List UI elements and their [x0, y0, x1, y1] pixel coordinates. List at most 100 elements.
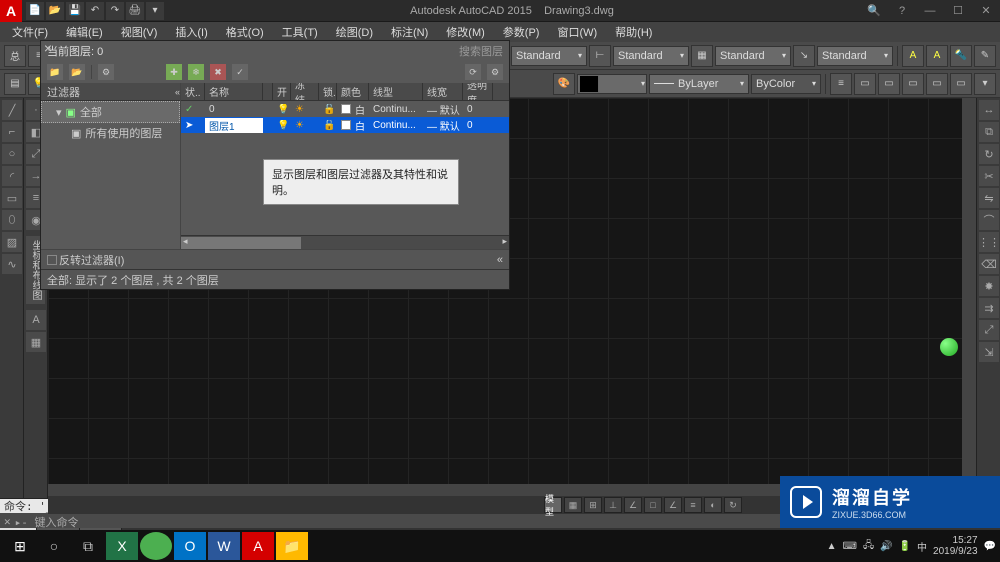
menu-param[interactable]: 参数(P)	[495, 22, 548, 42]
hdr-status[interactable]: 状..	[181, 83, 205, 100]
model-space-button[interactable]: 模型	[544, 497, 562, 513]
cortana-icon[interactable]: ○	[38, 532, 70, 560]
close-icon[interactable]: ✕	[972, 0, 1000, 22]
lock-icon[interactable]: 🔓	[319, 120, 337, 131]
word-icon[interactable]: W	[208, 532, 240, 560]
menu-insert[interactable]: 插入(I)	[167, 22, 215, 42]
color-cell[interactable]: 白	[337, 118, 369, 133]
trans-cell[interactable]: 0	[463, 104, 493, 115]
new-group-icon[interactable]: 📂	[69, 64, 85, 80]
ortho-toggle-icon[interactable]: ⊥	[604, 497, 622, 513]
lwt-toggle-icon[interactable]: ≡	[684, 497, 702, 513]
linetype-combo[interactable]: ByLayer ▾	[649, 74, 749, 94]
security-icon[interactable]	[140, 532, 172, 560]
rotate-icon[interactable]: ↻	[979, 144, 999, 164]
stretch-icon[interactable]: ⇲	[979, 342, 999, 362]
lweight-cell[interactable]: — 默认	[423, 118, 463, 133]
menu-tools[interactable]: 工具(T)	[274, 22, 326, 42]
hdr-freeze[interactable]: 冻结	[291, 83, 319, 100]
new-layer-freeze-icon[interactable]: ❄	[188, 64, 204, 80]
collapse-icon[interactable]: «	[175, 87, 180, 97]
tray-network-icon[interactable]: 🖧	[863, 538, 874, 555]
collapse-icon[interactable]: «	[497, 254, 503, 266]
panel-close-icon[interactable]: ×	[40, 40, 56, 56]
layer-search-input[interactable]: 搜索图层	[459, 43, 503, 59]
set-current-icon[interactable]: ✓	[232, 64, 248, 80]
hdr-on[interactable]: 开	[273, 83, 291, 100]
menu-help[interactable]: 帮助(H)	[607, 22, 660, 42]
name-cell[interactable]: 0	[205, 104, 263, 115]
autocad-task-icon[interactable]: A	[242, 532, 274, 560]
hdr-name[interactable]: 名称	[205, 83, 263, 100]
color-cell[interactable]: 白	[337, 102, 369, 117]
mirror-icon[interactable]: ⇋	[979, 188, 999, 208]
menu-draw[interactable]: 绘图(D)	[328, 22, 381, 42]
excel-icon[interactable]: X	[106, 532, 138, 560]
pline-icon[interactable]: ⌐	[2, 122, 22, 142]
help-icon[interactable]: ?	[888, 0, 916, 22]
scroll-thumb[interactable]	[181, 237, 301, 249]
hdr-color[interactable]: 颜色	[337, 83, 369, 100]
tray-battery-icon[interactable]: 🔋	[899, 541, 911, 552]
layer-grid-hscroll[interactable]: ◂ ▸	[181, 235, 509, 249]
ellipse-icon[interactable]: ⬯	[2, 210, 22, 230]
tray-icon[interactable]: ▲	[827, 541, 837, 552]
fillet-icon[interactable]: ⌒	[979, 210, 999, 230]
lock-icon[interactable]: 🔓	[319, 104, 337, 115]
prop6-icon[interactable]: ▾	[974, 73, 996, 95]
hdr-ltype[interactable]: 线型	[369, 83, 423, 100]
color-swatch-combo[interactable]: ▾	[577, 74, 647, 94]
on-bulb-icon[interactable]: 💡	[273, 120, 291, 131]
grid-toggle-icon[interactable]: ▦	[564, 497, 582, 513]
find-icon[interactable]: 🔦	[950, 45, 972, 67]
start-button[interactable]: ⊞	[4, 532, 36, 560]
osnap-toggle-icon[interactable]: □	[644, 497, 662, 513]
new-filter-icon[interactable]: 📁	[47, 64, 63, 80]
spline-icon[interactable]: ∿	[2, 254, 22, 274]
table-style-icon[interactable]: ▦	[691, 45, 713, 67]
explode-icon[interactable]: ✸	[979, 276, 999, 296]
tree-used-layers[interactable]: ▣ 所有使用的图层	[41, 123, 180, 143]
layer-states-icon[interactable]: ⚙	[98, 64, 114, 80]
checkbox-icon[interactable]	[47, 255, 57, 265]
layer-row-1[interactable]: ➤ 图层1 💡 ☀ 🔓 白 Continu... — 默认 0	[181, 117, 509, 133]
settings-icon[interactable]: ⚙	[487, 64, 503, 80]
qat-plot-icon[interactable]: 🖨	[126, 2, 144, 20]
lweight-icon[interactable]: ≡	[830, 73, 852, 95]
qat-save-icon[interactable]: 💾	[66, 2, 84, 20]
tray-volume-icon[interactable]: 🔊	[880, 541, 892, 552]
invert-filter-row[interactable]: 反转过滤器(I) «	[41, 249, 509, 269]
text-style-combo[interactable]: Standard ▾	[511, 46, 587, 66]
dim-style-combo[interactable]: Standard ▾	[613, 46, 689, 66]
tray-input-icon[interactable]: ⌨	[843, 541, 857, 552]
dim-style-icon[interactable]: ⊢	[589, 45, 611, 67]
search-icon[interactable]: 🔍	[860, 0, 888, 22]
scale-icon[interactable]: ⤢	[979, 320, 999, 340]
hdr-trans[interactable]: 透明度	[463, 83, 493, 100]
trans-toggle-icon[interactable]: ◐	[704, 497, 722, 513]
menu-edit[interactable]: 编辑(E)	[58, 22, 111, 42]
clock-time[interactable]: 15:27	[933, 535, 978, 546]
hdr-lweight[interactable]: 线宽	[423, 83, 463, 100]
trim-icon[interactable]: ✂	[979, 166, 999, 186]
tray-lang-icon[interactable]: 中	[917, 539, 927, 554]
ribbon-tab-label[interactable]: 总	[4, 45, 26, 67]
menu-file[interactable]: 文件(F)	[4, 22, 56, 42]
on-bulb-icon[interactable]: 💡	[273, 104, 291, 115]
copy-icon[interactable]: ⧉	[979, 122, 999, 142]
prop5-icon[interactable]: ▭	[950, 73, 972, 95]
viewcube-2d-icon[interactable]	[940, 338, 958, 356]
style-icon[interactable]: ✎	[974, 45, 996, 67]
hdr-lock[interactable]: 锁..	[319, 83, 337, 100]
circle-icon[interactable]: ○	[2, 144, 22, 164]
qat-open-icon[interactable]: 📂	[46, 2, 64, 20]
app-icon[interactable]: A	[0, 0, 22, 22]
mleader-style-icon[interactable]: ↘	[793, 45, 815, 67]
scrollbar-vertical[interactable]	[962, 98, 976, 498]
notifications-icon[interactable]: 💬	[984, 541, 996, 552]
erase-icon[interactable]: ⌫	[979, 254, 999, 274]
bycolor-combo[interactable]: ByColor ▾	[751, 74, 821, 94]
ltype-cell[interactable]: Continu...	[369, 104, 423, 115]
move-icon[interactable]: ↔	[979, 100, 999, 120]
qat-redo-icon[interactable]: ↷	[106, 2, 124, 20]
